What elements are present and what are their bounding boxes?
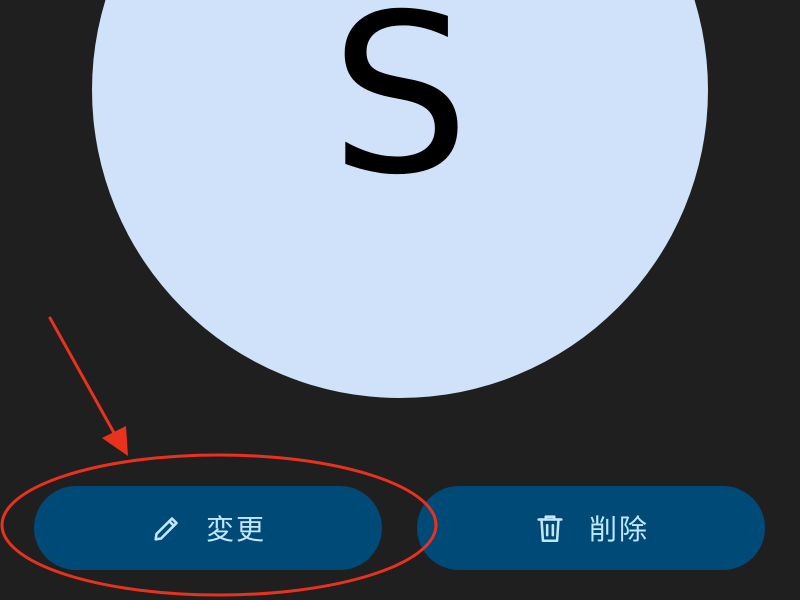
change-button-label: 変更	[205, 513, 266, 546]
account-photo-panel: S 変更 削除	[0, 0, 800, 600]
change-button[interactable]: 変更	[34, 486, 382, 570]
trash-icon	[533, 511, 567, 545]
annotation-arrowhead	[102, 426, 128, 456]
pencil-icon	[150, 511, 184, 545]
delete-button-label: 削除	[588, 513, 649, 546]
annotation-arrow	[48, 316, 120, 442]
avatar-initial: S	[330, 0, 470, 223]
avatar: S	[92, 0, 708, 398]
delete-button[interactable]: 削除	[417, 486, 765, 570]
